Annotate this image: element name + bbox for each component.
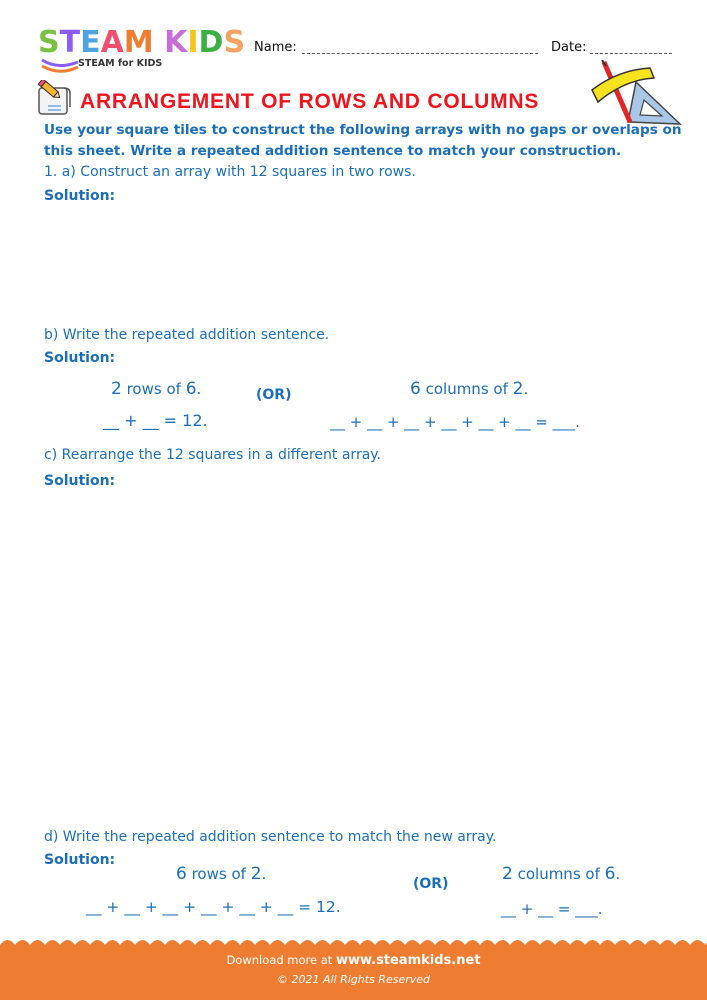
solution-label-a: Solution: [44, 188, 116, 204]
logo-letter: A [100, 25, 124, 60]
caption-num: 6 [604, 864, 616, 884]
equation-d-left: __ + __ + __ + __ + __ + __ = 12. [86, 898, 341, 916]
question-b: b) Write the repeated addition sentence. [44, 327, 330, 343]
logo-letter: K [164, 25, 188, 60]
caption-num: 2 [502, 864, 513, 884]
caption-num: 6 [410, 379, 421, 399]
instructions: Use your square tiles to construct the f… [44, 122, 682, 159]
name-label: Name: [254, 40, 297, 55]
caption-num: 2 [512, 379, 524, 399]
logo-letter: S [38, 25, 60, 60]
caption-d-right: 2 columns of 6. [502, 864, 620, 884]
caption-text: columns of [420, 380, 513, 398]
caption-num: 6 [185, 379, 197, 399]
logo-tagline: STEAM for KIDS [78, 58, 163, 69]
caption-d-left: 6 rows of 2. [176, 864, 266, 884]
date-field[interactable] [590, 53, 672, 54]
caption-b-right: 6 columns of 2. [410, 379, 528, 399]
name-field[interactable] [302, 53, 538, 54]
caption-num: 2 [250, 864, 262, 884]
footer-copyright: © 2021 All Rights Reserved [276, 973, 430, 986]
caption-num: 2 [111, 379, 122, 399]
footer-site-link[interactable]: www.steamkids.net [336, 953, 481, 968]
footer-download: Download more at www.steamkids.net [0, 953, 707, 968]
caption-end: . [261, 865, 267, 883]
steam-kids-logo: STEAM KIDS STEAM for KIDS [38, 28, 245, 74]
caption-end: . [196, 380, 202, 398]
logo-letter [154, 28, 164, 58]
caption-text: rows of [121, 380, 186, 398]
or-label-d: (OR) [413, 876, 449, 892]
solution-label-d: Solution: [44, 852, 116, 868]
logo-letter: T [59, 25, 81, 60]
footer-download-prefix: Download more at [226, 953, 336, 967]
caption-b-left: 2 rows of 6. [111, 379, 201, 399]
caption-num: 6 [176, 864, 187, 884]
logo-letter: E [80, 25, 101, 60]
caption-end: . [523, 380, 529, 398]
or-label-b: (OR) [256, 387, 292, 403]
question-c: c) Rearrange the 12 squares in a differe… [44, 447, 382, 463]
logo-letter: I [187, 25, 199, 60]
date-label: Date: [551, 40, 587, 55]
solution-label-c: Solution: [44, 473, 116, 489]
caption-text: rows of [186, 865, 251, 883]
caption-end: . [615, 865, 621, 883]
pencil-scroll-icon [37, 80, 71, 115]
question-a: 1. a) Construct an array with 12 squares… [44, 164, 416, 180]
question-d: d) Write the repeated addition sentence … [44, 829, 497, 845]
equation-b-right: __ + __ + __ + __ + __ + __ = ___. [330, 413, 580, 431]
equation-d-right: __ + __ = ___. [501, 900, 603, 918]
logo-letter: S [223, 25, 246, 60]
page-title: ARRANGEMENT OF ROWS AND COLUMNS [80, 90, 540, 113]
logo-swoosh-icon [41, 58, 79, 73]
caption-text: columns of [512, 865, 605, 883]
logo-letter: M [123, 25, 154, 60]
equation-b-left: __ + __ = 12. [103, 411, 208, 430]
logo-letter: D [198, 25, 224, 60]
solution-label-b: Solution: [44, 350, 116, 366]
logo-wordmark: STEAM KIDS [38, 28, 245, 58]
